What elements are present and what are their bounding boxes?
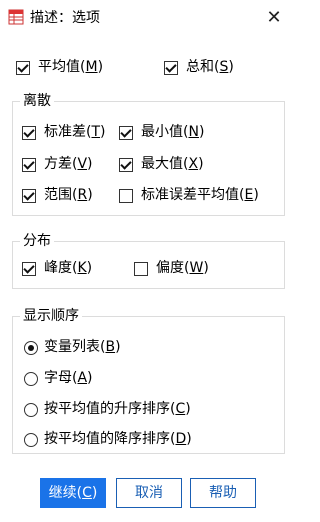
variable-list-label[interactable]: 变量列表(B) (44, 338, 121, 356)
variable-list-radio[interactable] (24, 341, 38, 355)
range-label[interactable]: 范围(R) (44, 186, 93, 204)
range-checkbox[interactable] (22, 189, 36, 203)
alphabetic-radio[interactable] (24, 372, 38, 386)
se-mean-label[interactable]: 标准误差平均值(E) (141, 186, 259, 204)
variance-checkbox[interactable] (22, 158, 36, 172)
skewness-checkbox[interactable] (134, 262, 148, 276)
continue-button[interactable]: 继续(C) (40, 478, 106, 508)
kurtosis-label[interactable]: 峰度(K) (44, 259, 92, 277)
ascending-means-label[interactable]: 按平均值的升序排序(C) (44, 400, 191, 418)
descending-means-radio[interactable] (24, 433, 38, 447)
minimum-label[interactable]: 最小值(N) (141, 123, 204, 141)
skewness-label[interactable]: 偏度(W) (156, 259, 209, 277)
std-dev-label[interactable]: 标准差(T) (44, 123, 106, 141)
mean-checkbox[interactable] (16, 61, 30, 75)
distribution-group-title: 分布 (20, 232, 54, 250)
window-title: 描述：选项 (30, 10, 100, 26)
se-mean-checkbox[interactable] (119, 189, 133, 203)
mean-label[interactable]: 平均值(M) (38, 58, 103, 76)
sum-checkbox[interactable] (164, 61, 178, 75)
title-bar: 描述：选项 ✕ (0, 0, 297, 36)
cancel-button[interactable]: 取消 (116, 478, 182, 508)
descending-means-label[interactable]: 按平均值的降序排序(D) (44, 430, 192, 448)
display-order-group-title: 显示顺序 (20, 307, 82, 325)
maximum-label[interactable]: 最大值(X) (141, 155, 204, 173)
variance-label[interactable]: 方差(V) (44, 155, 93, 173)
minimum-checkbox[interactable] (119, 126, 133, 140)
ascending-means-radio[interactable] (24, 403, 38, 417)
std-dev-checkbox[interactable] (22, 126, 36, 140)
close-icon[interactable]: ✕ (263, 7, 285, 29)
kurtosis-checkbox[interactable] (22, 262, 36, 276)
spss-app-icon (8, 9, 24, 25)
alphabetic-label[interactable]: 字母(A) (44, 369, 93, 387)
help-button[interactable]: 帮助 (190, 478, 256, 508)
maximum-checkbox[interactable] (119, 158, 133, 172)
sum-label[interactable]: 总和(S) (186, 58, 234, 76)
dispersion-group-title: 离散 (20, 92, 54, 110)
